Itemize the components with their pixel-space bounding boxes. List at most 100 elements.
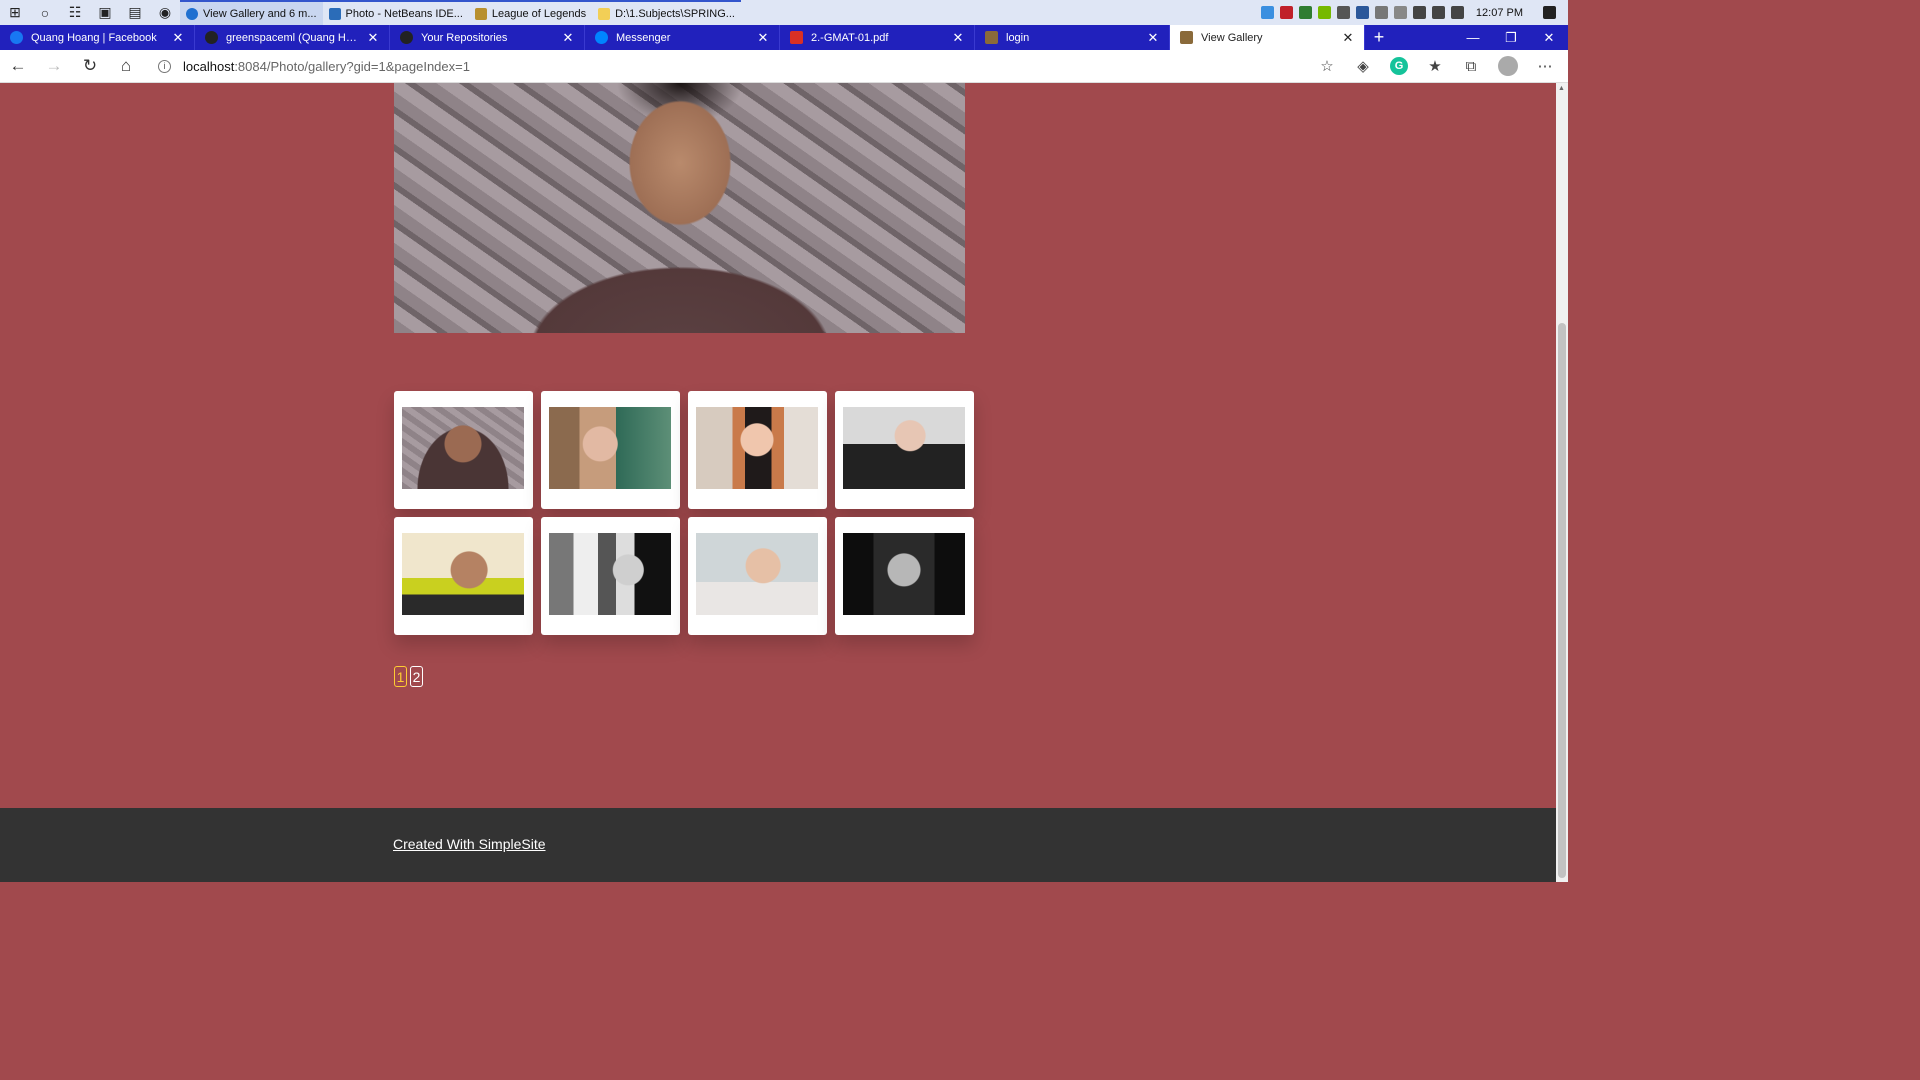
- page-link-1[interactable]: 1: [394, 666, 407, 687]
- info-icon[interactable]: i: [158, 59, 171, 73]
- close-icon[interactable]: ✕: [952, 30, 964, 46]
- close-window-icon[interactable]: ✕: [1530, 30, 1568, 46]
- gallery-thumbnail[interactable]: [541, 517, 680, 635]
- close-icon[interactable]: ✕: [562, 30, 574, 46]
- tab-pdf[interactable]: 2.-GMAT-01.pdf ✕: [780, 25, 975, 50]
- page-content: 1 2 Created With SimpleSite: [0, 83, 1556, 882]
- clock[interactable]: 12:07 PM: [1476, 7, 1523, 19]
- gallery-grid: [394, 391, 974, 635]
- messenger-taskbar-icon[interactable]: ◉: [150, 0, 180, 25]
- gallery-thumbnail[interactable]: [394, 391, 533, 509]
- collections-icon[interactable]: ⧉: [1462, 57, 1480, 75]
- tab-repositories[interactable]: Your Repositories ✕: [390, 25, 585, 50]
- tab-github-profile[interactable]: greenspaceml (Quang Hoang) ✕: [195, 25, 390, 50]
- taskbar-app-explorer[interactable]: D:\1.Subjects\SPRING...: [592, 0, 741, 25]
- url-host: localhost: [183, 58, 235, 74]
- search-icon[interactable]: ○: [30, 0, 60, 25]
- thumbnail-image: [549, 407, 671, 489]
- gallery-thumbnail[interactable]: [541, 391, 680, 509]
- browser-tab-bar: Quang Hoang | Facebook ✕ greenspaceml (Q…: [0, 25, 1568, 50]
- close-icon[interactable]: ✕: [1342, 30, 1354, 46]
- tab-title: Your Repositories: [421, 31, 508, 44]
- footer: Created With SimpleSite: [0, 808, 1556, 882]
- nvidia-icon[interactable]: [1317, 6, 1331, 19]
- gallery-thumbnail[interactable]: [835, 391, 974, 509]
- favorites-icon[interactable]: ★: [1426, 57, 1444, 75]
- league-icon: [474, 7, 487, 20]
- tray-app-icon[interactable]: [1279, 6, 1293, 19]
- thumbnail-image: [696, 407, 818, 489]
- onedrive-icon[interactable]: [1260, 6, 1274, 19]
- address-bar[interactable]: i localhost:8084/Photo/gallery?gid=1&pag…: [150, 53, 1318, 79]
- github-icon: [400, 31, 413, 44]
- tab-messenger[interactable]: Messenger ✕: [585, 25, 780, 50]
- cloud-icon[interactable]: [1393, 6, 1407, 19]
- url-path: :8084/Photo/gallery?gid=1&pageIndex=1: [234, 58, 470, 74]
- forward-button[interactable]: →: [36, 50, 72, 83]
- windows-start-icon[interactable]: ⊞: [0, 0, 30, 25]
- extension-shield-icon[interactable]: ◈: [1354, 57, 1372, 75]
- taskbar-app-league[interactable]: League of Legends: [468, 0, 593, 25]
- home-button[interactable]: ⌂: [108, 50, 144, 83]
- gallery-thumbnail[interactable]: [688, 517, 827, 635]
- page-icon: [985, 31, 998, 44]
- network-icon[interactable]: [1431, 6, 1445, 19]
- thumbnail-image: [843, 407, 965, 489]
- taskbar-app-label: D:\1.Subjects\SPRING...: [615, 7, 735, 20]
- wifi-icon[interactable]: [1374, 6, 1388, 19]
- close-icon[interactable]: ✕: [1147, 30, 1159, 46]
- task-view-icon[interactable]: ☷: [60, 0, 90, 25]
- volume-icon[interactable]: [1450, 6, 1464, 19]
- scrollbar-thumb[interactable]: [1558, 323, 1566, 878]
- store-icon[interactable]: ▤: [120, 0, 150, 25]
- page-scrollbar[interactable]: ▲: [1556, 83, 1568, 882]
- favorite-star-icon[interactable]: ☆: [1318, 57, 1336, 75]
- more-menu-icon[interactable]: ⋯: [1536, 57, 1554, 75]
- taskbar-app-label: Photo - NetBeans IDE...: [345, 7, 463, 20]
- thumbnail-image: [549, 533, 671, 615]
- profile-avatar[interactable]: [1498, 56, 1518, 76]
- window-controls: — ❐ ✕: [1454, 30, 1568, 46]
- taskbar-app-label: View Gallery and 6 m...: [203, 7, 317, 20]
- close-icon[interactable]: ✕: [172, 30, 184, 46]
- messenger-icon: [595, 31, 608, 44]
- gallery-thumbnail[interactable]: [835, 517, 974, 635]
- simplesite-link[interactable]: Created With SimpleSite: [393, 836, 546, 852]
- battery-icon[interactable]: [1412, 6, 1426, 19]
- tab-title: Messenger: [616, 31, 671, 44]
- new-tab-button[interactable]: +: [1365, 27, 1393, 48]
- thumbnail-image: [696, 533, 818, 615]
- edge-icon: [186, 7, 198, 20]
- taskbar-app-netbeans[interactable]: Photo - NetBeans IDE...: [322, 0, 469, 25]
- grammarly-icon[interactable]: G: [1390, 57, 1408, 75]
- address-toolbar: ← → ↻ ⌂ i localhost:8084/Photo/gallery?g…: [0, 50, 1568, 83]
- tab-title: View Gallery: [1201, 31, 1263, 44]
- app-icon-1[interactable]: ▣: [90, 0, 120, 25]
- tab-title: greenspaceml (Quang Hoang): [226, 31, 359, 44]
- tab-login[interactable]: login ✕: [975, 25, 1170, 50]
- restore-icon[interactable]: ❐: [1492, 30, 1530, 46]
- refresh-button[interactable]: ↻: [72, 50, 108, 83]
- minimize-icon[interactable]: —: [1454, 30, 1492, 46]
- gallery-thumbnail[interactable]: [394, 517, 533, 635]
- taskbar-app-label: League of Legends: [491, 7, 587, 20]
- tab-facebook[interactable]: Quang Hoang | Facebook ✕: [0, 25, 195, 50]
- vpn-icon[interactable]: [1336, 6, 1350, 19]
- taskbar-app-browser[interactable]: View Gallery and 6 m...: [180, 0, 323, 25]
- thumbnail-image: [402, 407, 524, 489]
- netbeans-icon: [328, 7, 341, 20]
- close-icon[interactable]: ✕: [757, 30, 769, 46]
- page-link-2[interactable]: 2: [410, 666, 423, 687]
- system-tray: 12:07 PM: [1260, 0, 1568, 25]
- github-icon: [205, 31, 218, 44]
- word-icon[interactable]: [1355, 6, 1369, 19]
- scroll-up-icon[interactable]: ▲: [1558, 85, 1565, 92]
- back-button[interactable]: ←: [0, 50, 36, 83]
- folder-icon: [598, 7, 611, 20]
- gallery-thumbnail[interactable]: [688, 391, 827, 509]
- shield-icon[interactable]: [1298, 6, 1312, 19]
- toolbar-icons: ☆ ◈ G ★ ⧉ ⋯: [1318, 56, 1568, 76]
- tab-view-gallery[interactable]: View Gallery ✕: [1170, 25, 1365, 50]
- close-icon[interactable]: ✕: [367, 30, 379, 46]
- notifications-icon[interactable]: [1543, 6, 1556, 19]
